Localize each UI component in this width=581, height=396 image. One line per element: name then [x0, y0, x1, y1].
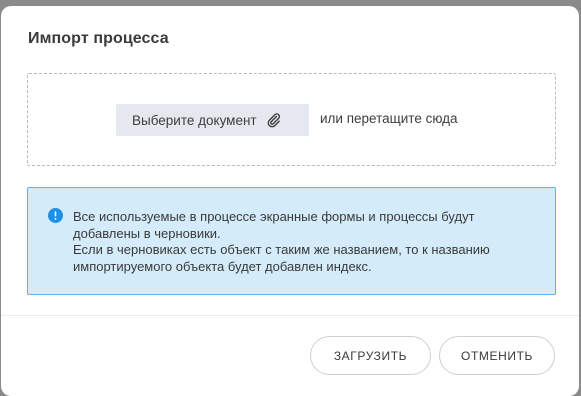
- info-circle-icon: [48, 208, 63, 223]
- footer-divider: [1, 315, 579, 316]
- info-line-index: Если в черновиках есть объект с таким же…: [73, 242, 490, 274]
- paperclip-icon: [266, 112, 282, 128]
- info-message: Все используемые в процессе экранные фор…: [73, 209, 543, 275]
- info-line-drafts: Все используемые в процессе экранные фор…: [73, 209, 475, 241]
- dialog-title: Импорт процесса: [28, 30, 169, 47]
- upload-button[interactable]: ЗАГРУЗИТЬ: [310, 336, 431, 375]
- file-dropzone[interactable]: Выберите документ или перетащите сюда: [27, 73, 556, 166]
- choose-document-button[interactable]: Выберите документ: [116, 104, 309, 136]
- drop-hint-text: или перетащите сюда: [320, 111, 458, 126]
- info-notice: Все используемые в процессе экранные фор…: [27, 187, 556, 295]
- cancel-button[interactable]: ОТМЕНИТЬ: [439, 336, 555, 375]
- choose-document-label: Выберите документ: [132, 112, 257, 128]
- import-process-dialog: Импорт процесса Выберите документ или пе…: [1, 6, 579, 396]
